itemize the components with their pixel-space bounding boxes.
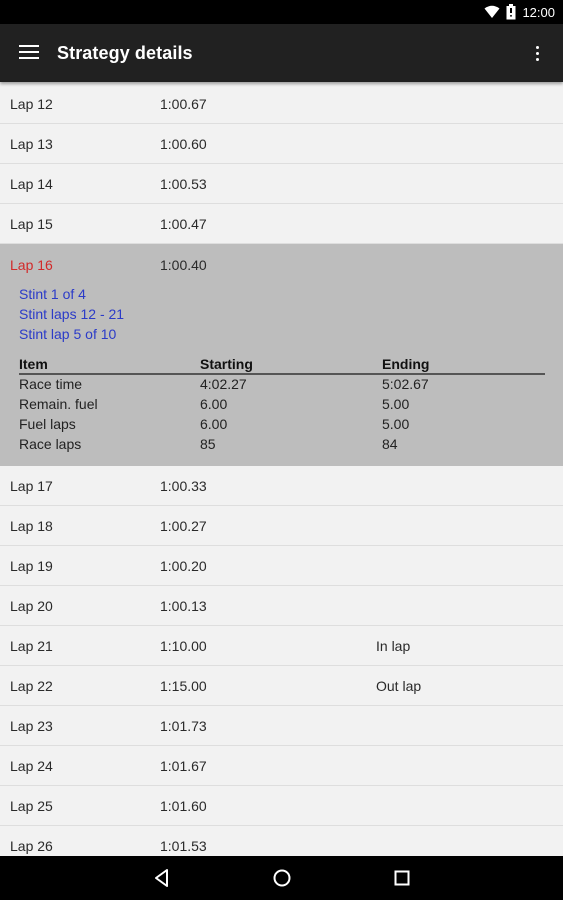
lap-label: Lap 19 [10,558,53,574]
lap-row[interactable]: Lap 14 1:00.53 [0,164,563,204]
table-cell: 5.00 [382,416,410,432]
lap-time: 1:00.53 [160,176,207,192]
lap-label: Lap 24 [10,758,53,774]
lap-time: 1:01.67 [160,758,207,774]
lap-label: Lap 23 [10,718,53,734]
table-cell: 6.00 [200,396,228,412]
lap-time: 1:00.33 [160,478,207,494]
status-icons: 12:00 [484,0,555,24]
table-header: Item Starting Ending [19,356,545,375]
table-cell: Race laps [19,436,82,452]
table-cell: 5:02.67 [382,376,429,392]
lap-label: Lap 25 [10,798,53,814]
table-cell: 6.00 [200,416,228,432]
lap-list: Lap 12 1:00.67 Lap 13 1:00.60 Lap 14 1:0… [0,84,563,856]
lap-row[interactable]: Lap 15 1:00.47 [0,204,563,244]
lap-row[interactable]: Lap 20 1:00.13 [0,586,563,626]
status-bar: 12:00 [0,0,563,24]
page-title: Strategy details [57,43,193,63]
column-header-item: Item [19,356,48,372]
table-cell: 4:02.27 [200,376,247,392]
column-header-starting: Starting [200,356,253,372]
table-row: Fuel laps 6.00 5.00 [19,415,545,435]
lap-time: 1:15.00 [160,678,207,694]
lap-time: 1:00.67 [160,96,207,112]
lap-label: Lap 15 [10,216,53,232]
overflow-menu-icon[interactable] [529,43,545,63]
expanded-lap-time: 1:00.40 [160,257,207,273]
lap-time: 1:00.13 [160,598,207,614]
lap-label: Lap 22 [10,678,53,694]
lap-row[interactable]: Lap 18 1:00.27 [0,506,563,546]
stint-laps: Stint laps 12 - 21 [19,306,125,322]
lap-time: 1:00.60 [160,136,207,152]
lap-label: Lap 12 [10,96,53,112]
expanded-lap-label: Lap 16 [10,257,53,273]
lap-row[interactable]: Lap 19 1:00.20 [0,546,563,586]
table-cell: 5.00 [382,396,410,412]
lap-row[interactable]: Lap 21 1:10.00 In lap [0,626,563,666]
lap-note: In lap [376,638,411,654]
lap-label: Lap 13 [10,136,53,152]
home-icon[interactable] [268,864,296,892]
lap-row[interactable]: Lap 12 1:00.67 [0,84,563,124]
lap-row[interactable]: Lap 22 1:15.00 Out lap [0,666,563,706]
recents-icon[interactable] [388,864,416,892]
lap-note: Out lap [376,678,422,694]
lap-label: Lap 14 [10,176,53,192]
expanded-lap-panel[interactable]: Lap 16 1:00.40 Stint 1 of 4 Stint laps 1… [0,244,563,466]
table-cell: 85 [200,436,216,452]
navigation-bar [0,856,563,900]
lap-row[interactable]: Lap 13 1:00.60 [0,124,563,164]
lap-row[interactable]: Lap 24 1:01.67 [0,746,563,786]
lap-time: 1:10.00 [160,638,207,654]
lap-label: Lap 26 [10,838,53,854]
lap-time: 1:00.20 [160,558,207,574]
table-cell: Remain. fuel [19,396,98,412]
table-cell: Fuel laps [19,416,76,432]
column-header-ending: Ending [382,356,430,372]
battery-icon [506,4,516,20]
stint-number: Stint 1 of 4 [19,286,86,302]
stint-lap: Stint lap 5 of 10 [19,326,117,342]
table-row: Race time 4:02.27 5:02.67 [19,375,545,395]
wifi-icon [484,5,500,18]
stint-detail-table: Item Starting Ending Race time 4:02.27 5… [19,356,545,455]
table-cell: Race time [19,376,83,392]
lap-label: Lap 17 [10,478,53,494]
table-cell: 84 [382,436,398,452]
back-icon[interactable] [148,864,176,892]
status-time: 12:00 [522,4,555,20]
lap-row[interactable]: Lap 25 1:01.60 [0,786,563,826]
lap-row[interactable]: Lap 17 1:00.33 [0,466,563,506]
lap-time: 1:01.53 [160,838,207,854]
table-row: Remain. fuel 6.00 5.00 [19,395,545,415]
lap-label: Lap 18 [10,518,53,534]
table-row: Race laps 85 84 [19,435,545,455]
lap-time: 1:01.60 [160,798,207,814]
lap-row[interactable]: Lap 23 1:01.73 [0,706,563,746]
menu-icon[interactable] [19,43,41,63]
lap-label: Lap 20 [10,598,53,614]
lap-time: 1:00.27 [160,518,207,534]
lap-time: 1:00.47 [160,216,207,232]
lap-label: Lap 21 [10,638,53,654]
lap-row[interactable]: Lap 26 1:01.53 [0,826,563,856]
lap-time: 1:01.73 [160,718,207,734]
app-bar: Strategy details [0,24,563,82]
